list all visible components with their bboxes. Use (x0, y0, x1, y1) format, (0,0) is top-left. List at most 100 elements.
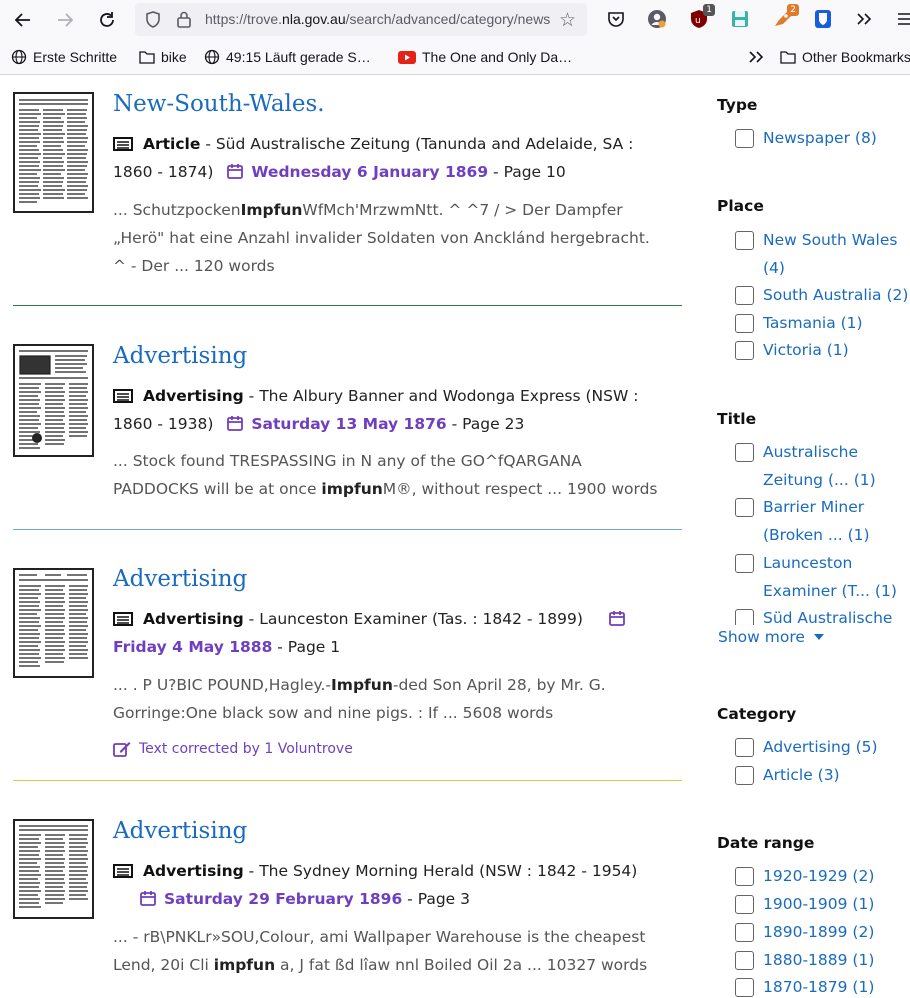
result-meta: Advertising - The Albury Banner and Wodo… (113, 382, 653, 438)
facet-label[interactable]: Süd Australische (763, 605, 910, 625)
facet-option[interactable]: 1900-1909 (1) (735, 892, 910, 919)
search-highlight: impfun (321, 480, 383, 498)
facet-option[interactable]: Australische Zeitung (... (1) (735, 440, 883, 494)
facet-option[interactable]: Newspaper (8) (735, 126, 910, 153)
newspaper-thumbnail[interactable] (13, 344, 94, 457)
title-facet-list[interactable]: Australische Zeitung (... (1) Barrier Mi… (730, 438, 910, 625)
facet-checkbox[interactable] (735, 867, 754, 886)
bookmark-music[interactable]: 49:15 Läuft gerade S… (204, 49, 371, 65)
bookmark-bike[interactable]: bike (139, 49, 187, 65)
result-source-years: 1860 - 1938) (113, 415, 214, 433)
result-date-link[interactable]: Friday 4 May 1888 (113, 638, 272, 656)
save-extension-icon[interactable] (728, 7, 752, 31)
facet-checkbox[interactable] (735, 286, 754, 305)
facet-option[interactable]: Victoria (1) (735, 338, 910, 365)
result-snippet: ... Stock found TRESPASSING in N any of … (113, 452, 658, 498)
url-bar[interactable]: https://trove.nla.gov.au/search/advanced… (135, 3, 587, 36)
facet-option[interactable]: Tasmania (1) (735, 311, 910, 338)
facet-label[interactable]: 1890-1899 (2) (763, 919, 910, 947)
result-date-link[interactable]: Wednesday 6 January 1869 (251, 163, 488, 181)
bookmark-label: Erste Schritte (33, 49, 118, 65)
facet-option[interactable]: Süd Australische (735, 606, 910, 625)
other-bookmarks[interactable]: Other Bookmarks (780, 49, 910, 65)
extension-badge: 2 (787, 4, 799, 16)
facet-label[interactable]: Launceston Examiner (T... (1) (763, 550, 903, 605)
lock-icon[interactable] (177, 11, 191, 28)
facet-label[interactable]: 1920-1929 (2) (763, 863, 910, 891)
facet-label[interactable]: Article (3) (763, 762, 910, 790)
facet-label[interactable]: New South Wales (4) (763, 227, 908, 282)
facet-checkbox[interactable] (735, 895, 754, 914)
facet-checkbox[interactable] (735, 609, 754, 625)
caret-down-icon (813, 634, 824, 640)
facet-checkbox[interactable] (735, 738, 754, 757)
facet-checkbox[interactable] (735, 923, 754, 942)
bookmarks-overflow-icon[interactable] (748, 50, 764, 64)
facet-checkbox[interactable] (735, 951, 754, 970)
newspaper-thumbnail[interactable] (13, 92, 94, 213)
facet-checkbox[interactable] (735, 443, 754, 462)
text-corrected-link[interactable]: Text corrected by 1 Voluntrove (113, 741, 353, 757)
facet-label[interactable]: Advertising (5) (763, 734, 910, 762)
facet-checkbox[interactable] (735, 766, 754, 785)
pocket-icon[interactable] (604, 7, 628, 31)
facet-label[interactable]: 1870-1879 (1) (763, 974, 910, 998)
menu-icon[interactable] (893, 7, 910, 31)
facet-checkbox[interactable] (735, 341, 754, 360)
bookmark-erste-schritte[interactable]: Erste Schritte (11, 49, 117, 65)
facet-option[interactable]: Barrier Miner (Broken ... (1) (735, 495, 883, 549)
reload-button[interactable] (90, 3, 124, 37)
facet-label[interactable]: Barrier Miner (Broken ... (1) (763, 494, 883, 549)
result-title-link[interactable]: Advertising (113, 566, 247, 592)
facet-label[interactable]: Australische Zeitung (... (1) (763, 439, 883, 494)
facet-heading-date-range: Date range (717, 834, 815, 852)
facet-option[interactable]: Article (3) (735, 763, 910, 790)
overflow-chevron-icon[interactable] (852, 7, 876, 31)
result-title-link[interactable]: Advertising (113, 818, 247, 844)
facet-option[interactable]: 1920-1929 (2) (735, 864, 910, 891)
facet-heading-type: Type (717, 96, 758, 114)
facet-checkbox[interactable] (735, 129, 754, 148)
bookmark-star-icon[interactable]: ☆ (559, 9, 576, 31)
newspaper-thumbnail[interactable] (13, 568, 94, 678)
bitwarden-extension-icon[interactable] (811, 7, 835, 31)
result-title-link[interactable]: Advertising (113, 343, 247, 369)
result-page: - Page 10 (488, 163, 566, 181)
rocket-extension-icon[interactable]: 2 (771, 4, 799, 31)
result-meta: Advertising - Launceston Examiner (Tas. … (113, 605, 653, 661)
facet-label[interactable]: Newspaper (8) (763, 125, 910, 153)
shield-icon[interactable] (145, 11, 161, 28)
ublock-extension-icon[interactable]: u 1 (687, 4, 715, 31)
result-date-link[interactable]: Saturday 29 February 1896 (164, 890, 402, 908)
facet-checkbox[interactable] (735, 554, 754, 573)
result-source: - Süd Australische Zeitung (Tanunda and … (200, 135, 634, 153)
facet-option[interactable]: New South Wales (4) (735, 228, 908, 282)
account-icon[interactable] (645, 7, 669, 31)
newspaper-thumbnail[interactable] (13, 819, 94, 919)
globe-icon (204, 49, 220, 65)
result-title-link[interactable]: New-South-Wales. (113, 91, 325, 117)
facet-option[interactable]: Launceston Examiner (T... (1) (735, 551, 903, 605)
url-text[interactable]: https://trove.nla.gov.au/search/advanced… (205, 11, 551, 27)
facet-option[interactable]: 1870-1879 (1) (735, 975, 910, 998)
facet-label[interactable]: South Australia (2) (763, 282, 910, 310)
facet-option[interactable]: South Australia (2) (735, 283, 910, 310)
facet-checkbox[interactable] (735, 231, 754, 250)
facet-option[interactable]: 1880-1889 (1) (735, 948, 910, 975)
result-date-link[interactable]: Saturday 13 May 1876 (251, 415, 446, 433)
facet-option[interactable]: 1890-1899 (2) (735, 920, 910, 947)
result-page: - Page 23 (446, 415, 525, 433)
text-corrected-label: Text corrected by 1 Voluntrove (139, 741, 353, 757)
facet-label[interactable]: 1880-1889 (1) (763, 947, 910, 975)
facet-label[interactable]: Victoria (1) (763, 337, 910, 365)
back-button[interactable] (6, 3, 40, 37)
facet-checkbox[interactable] (735, 978, 754, 997)
facet-checkbox[interactable] (735, 498, 754, 517)
facet-label[interactable]: 1900-1909 (1) (763, 891, 910, 919)
show-more-button[interactable]: Show more (718, 628, 825, 646)
facet-option[interactable]: Advertising (5) (735, 735, 910, 762)
bookmark-youtube[interactable]: The One and Only Da… (398, 49, 572, 65)
facet-label[interactable]: Tasmania (1) (763, 310, 910, 338)
forward-button[interactable] (48, 3, 82, 37)
facet-checkbox[interactable] (735, 314, 754, 333)
